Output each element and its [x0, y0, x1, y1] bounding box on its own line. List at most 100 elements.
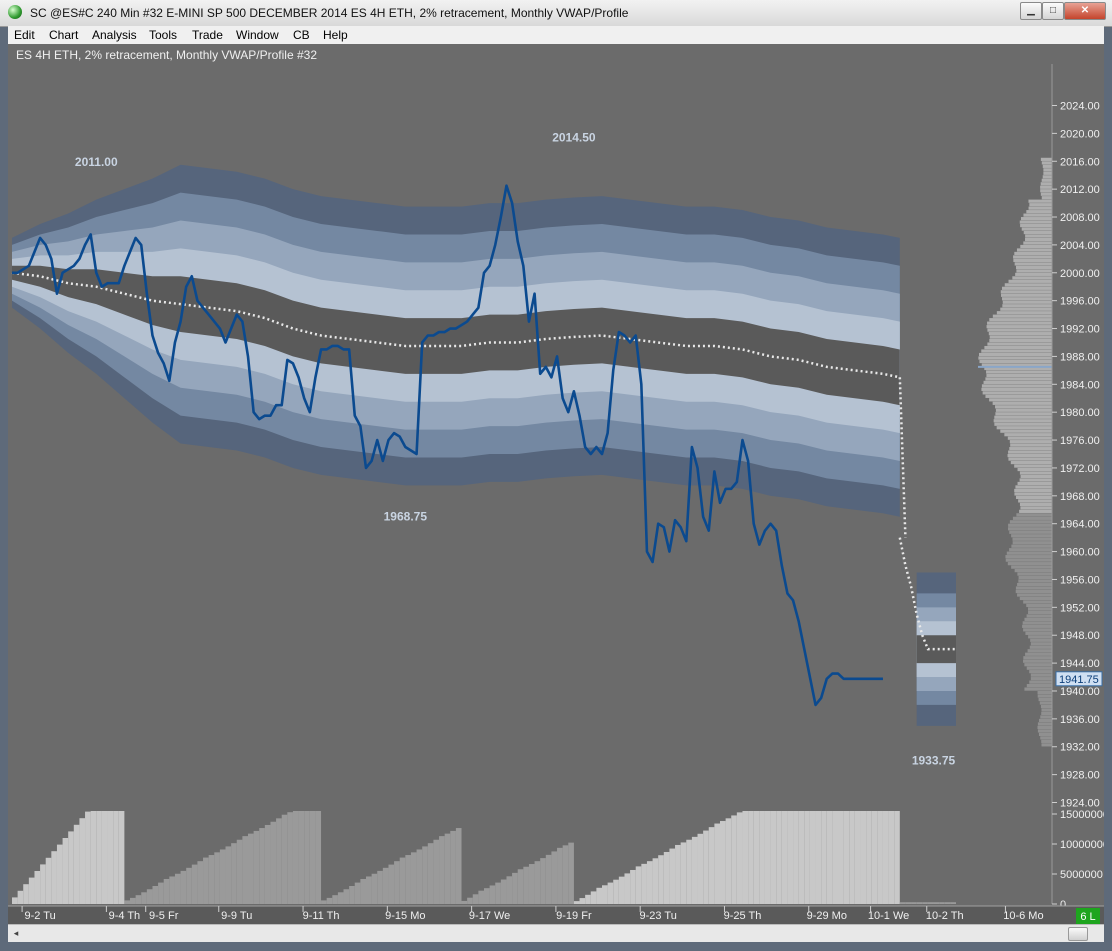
price-tick-label: 1996.00	[1060, 296, 1100, 308]
profile-bar	[994, 422, 1052, 426]
volume-bar	[748, 811, 754, 904]
profile-bar	[992, 401, 1052, 405]
time-tick-label: 10-2 Th	[926, 910, 964, 922]
profile-bar	[1037, 694, 1052, 698]
menu-trade[interactable]: Trade	[192, 28, 223, 42]
profile-bar	[1015, 589, 1052, 594]
volume-bar	[326, 897, 333, 904]
profile-bar	[986, 325, 1052, 329]
profile-bar	[1016, 248, 1052, 252]
volume-bar	[45, 857, 52, 904]
volume-bar	[557, 847, 563, 904]
volume-bar	[478, 890, 484, 904]
volume-bar	[736, 812, 743, 904]
profile-bar	[1014, 262, 1052, 266]
volume-bar	[253, 830, 260, 904]
profile-bar	[1039, 701, 1052, 705]
volume-bar	[916, 902, 923, 904]
profile-bar	[1019, 478, 1052, 482]
volume-bar	[484, 888, 490, 904]
volume-bar	[573, 901, 580, 904]
close-button[interactable]: ✕	[1064, 2, 1106, 20]
volume-bar	[646, 861, 653, 904]
volume-bar	[287, 812, 293, 904]
price-tick-label: 1972.00	[1060, 463, 1100, 475]
volume-bar	[203, 857, 209, 904]
volume-bar	[28, 877, 35, 904]
volume-bar	[590, 891, 597, 904]
profile-bar	[1016, 513, 1052, 517]
menu-chart[interactable]: Chart	[49, 28, 78, 42]
profile-bar	[1023, 628, 1052, 632]
volume-bar	[770, 811, 777, 904]
volume-bar	[163, 878, 170, 904]
volume-bar	[922, 902, 928, 904]
volume-bar	[85, 811, 91, 904]
profile-bar	[985, 394, 1052, 398]
maximize-button[interactable]: □	[1042, 2, 1064, 20]
volume-bar	[781, 811, 788, 904]
profile-bar	[1016, 269, 1052, 273]
app-logo-icon	[8, 5, 22, 19]
profile-bar	[981, 384, 1052, 388]
profile-bar	[1019, 509, 1052, 513]
profile-bar	[1017, 572, 1052, 576]
price-tick-label: 1940.00	[1060, 686, 1100, 698]
menu-window[interactable]: Window	[236, 28, 279, 42]
profile-bar	[1002, 300, 1052, 304]
chart-area[interactable]: ES 4H ETH, 2% retracement, Monthly VWAP/…	[8, 44, 1104, 926]
menu-edit[interactable]: Edit	[14, 28, 35, 42]
menu-cb[interactable]: CB	[293, 28, 310, 42]
minimize-button[interactable]: ▁	[1020, 2, 1042, 20]
volume-bar	[596, 887, 602, 904]
swing-label-0: 2011.00	[75, 155, 118, 169]
profile-bar	[1026, 684, 1052, 688]
profile-bar	[1012, 537, 1052, 541]
profile-bar	[1011, 565, 1052, 569]
volume-bar	[130, 897, 136, 904]
volume-bar	[388, 864, 395, 904]
volume-bar	[405, 855, 411, 904]
profile-bar	[1029, 680, 1052, 684]
scroll-thumb[interactable]	[1068, 927, 1088, 941]
profile-bar	[1040, 189, 1052, 193]
volume-bar	[512, 872, 518, 904]
profile-bar	[996, 426, 1052, 430]
volume-bar	[382, 867, 389, 904]
profile-bar	[994, 415, 1052, 419]
profile-bar	[987, 342, 1052, 346]
profile-bar	[1020, 506, 1052, 510]
swing-label-1: 2014.50	[552, 131, 596, 145]
profile-bar	[1022, 621, 1052, 625]
profile-bar	[1022, 624, 1052, 628]
profile-bar	[1038, 732, 1052, 736]
volume-bar	[73, 824, 80, 904]
volume-bar	[410, 852, 417, 904]
volume-bar	[354, 882, 361, 904]
volume-bar	[764, 811, 771, 904]
profile-bar	[1020, 474, 1052, 479]
profile-bar	[1027, 607, 1052, 611]
profile-bar	[1009, 530, 1052, 534]
menu-tools[interactable]: Tools	[149, 28, 177, 42]
profile-bar	[1014, 464, 1052, 468]
menu-help[interactable]: Help	[323, 28, 348, 42]
scroll-left-icon[interactable]: ◂	[10, 927, 22, 939]
profile-bar	[1020, 223, 1052, 228]
profile-bar	[1030, 642, 1052, 646]
volume-bar	[242, 836, 248, 904]
volume-bar	[281, 814, 288, 904]
profile-bar	[1018, 579, 1052, 583]
volume-bar	[197, 861, 204, 904]
time-tick-label: 9-23 Tu	[640, 910, 677, 922]
menu-analysis[interactable]: Analysis	[92, 28, 137, 42]
volume-bar	[753, 811, 760, 904]
menu-bar: Edit Chart Analysis Tools Trade Window C…	[8, 26, 1104, 45]
profile-bar	[1041, 739, 1052, 743]
profile-bar	[1023, 600, 1052, 604]
horizontal-scrollbar[interactable]: ◂	[8, 924, 1104, 942]
profile-bar	[1024, 663, 1052, 667]
profile-bar	[1028, 199, 1052, 203]
profile-bar	[1006, 551, 1052, 555]
price-chart[interactable]: ES 4H ETH, 2% retracement, Monthly VWAP/…	[8, 44, 1104, 926]
